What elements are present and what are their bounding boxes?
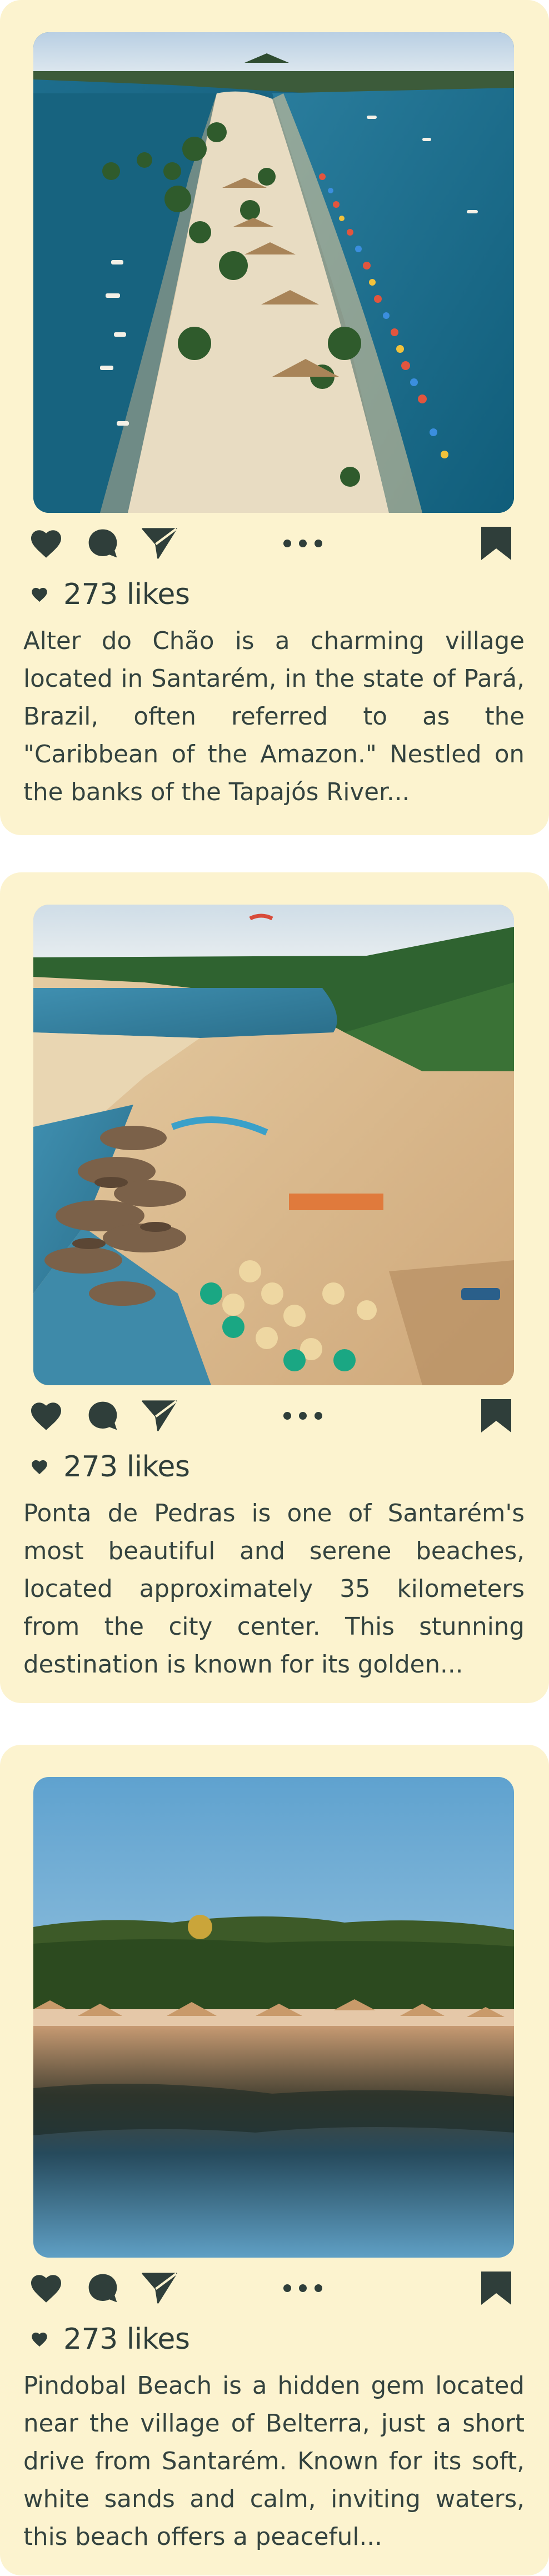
comment-icon[interactable] <box>84 527 121 560</box>
post-caption: Alter do Chão is a charming village loca… <box>23 627 525 806</box>
send-icon[interactable] <box>141 2272 178 2305</box>
post-caption: Pindobal Beach is a hidden gem located n… <box>23 2372 525 2551</box>
post-actions <box>28 2272 517 2305</box>
comment-icon[interactable] <box>84 1399 121 1432</box>
bookmark-icon[interactable] <box>478 2272 515 2305</box>
post-caption: Ponta de Pedras is one of Santarém's mos… <box>23 1500 525 1679</box>
heart-icon[interactable] <box>28 1399 64 1432</box>
bookmark-icon[interactable] <box>478 527 515 560</box>
post-image[interactable] <box>33 905 514 1385</box>
likes-label: 273 likes <box>63 1450 190 1484</box>
more-dots-icon[interactable] <box>272 527 333 560</box>
comment-icon[interactable] <box>84 2272 121 2305</box>
post-card: 273 likes Ponta de Pedras is one of Sant… <box>0 872 549 1703</box>
heart-small-icon <box>32 1460 47 1475</box>
send-icon[interactable] <box>141 1399 178 1432</box>
heart-icon[interactable] <box>28 527 64 560</box>
heart-small-icon <box>32 587 47 602</box>
post-image[interactable] <box>33 1777 514 2258</box>
post-actions <box>28 1399 517 1432</box>
likes-count: 273 likes <box>28 1450 190 1484</box>
bookmark-icon[interactable] <box>478 1399 515 1432</box>
likes-count: 273 likes <box>28 2323 190 2356</box>
send-icon[interactable] <box>141 527 178 560</box>
likes-label: 273 likes <box>63 2323 190 2356</box>
likes-label: 273 likes <box>63 578 190 611</box>
post-actions <box>28 527 517 560</box>
heart-small-icon <box>32 2332 47 2347</box>
likes-count: 273 likes <box>28 578 190 611</box>
more-dots-icon[interactable] <box>272 1399 333 1432</box>
ponta-de-pedras-photo <box>33 905 514 1385</box>
heart-icon[interactable] <box>28 2272 64 2305</box>
alter-do-chao-photo <box>33 32 514 513</box>
more-dots-icon[interactable] <box>272 2272 333 2305</box>
post-card: 273 likes Alter do Chão is a charming vi… <box>0 0 549 835</box>
post-card: 273 likes Pindobal Beach is a hidden gem… <box>0 1745 549 2575</box>
pindobal-beach-photo <box>33 1777 514 2258</box>
post-image[interactable] <box>33 32 514 513</box>
